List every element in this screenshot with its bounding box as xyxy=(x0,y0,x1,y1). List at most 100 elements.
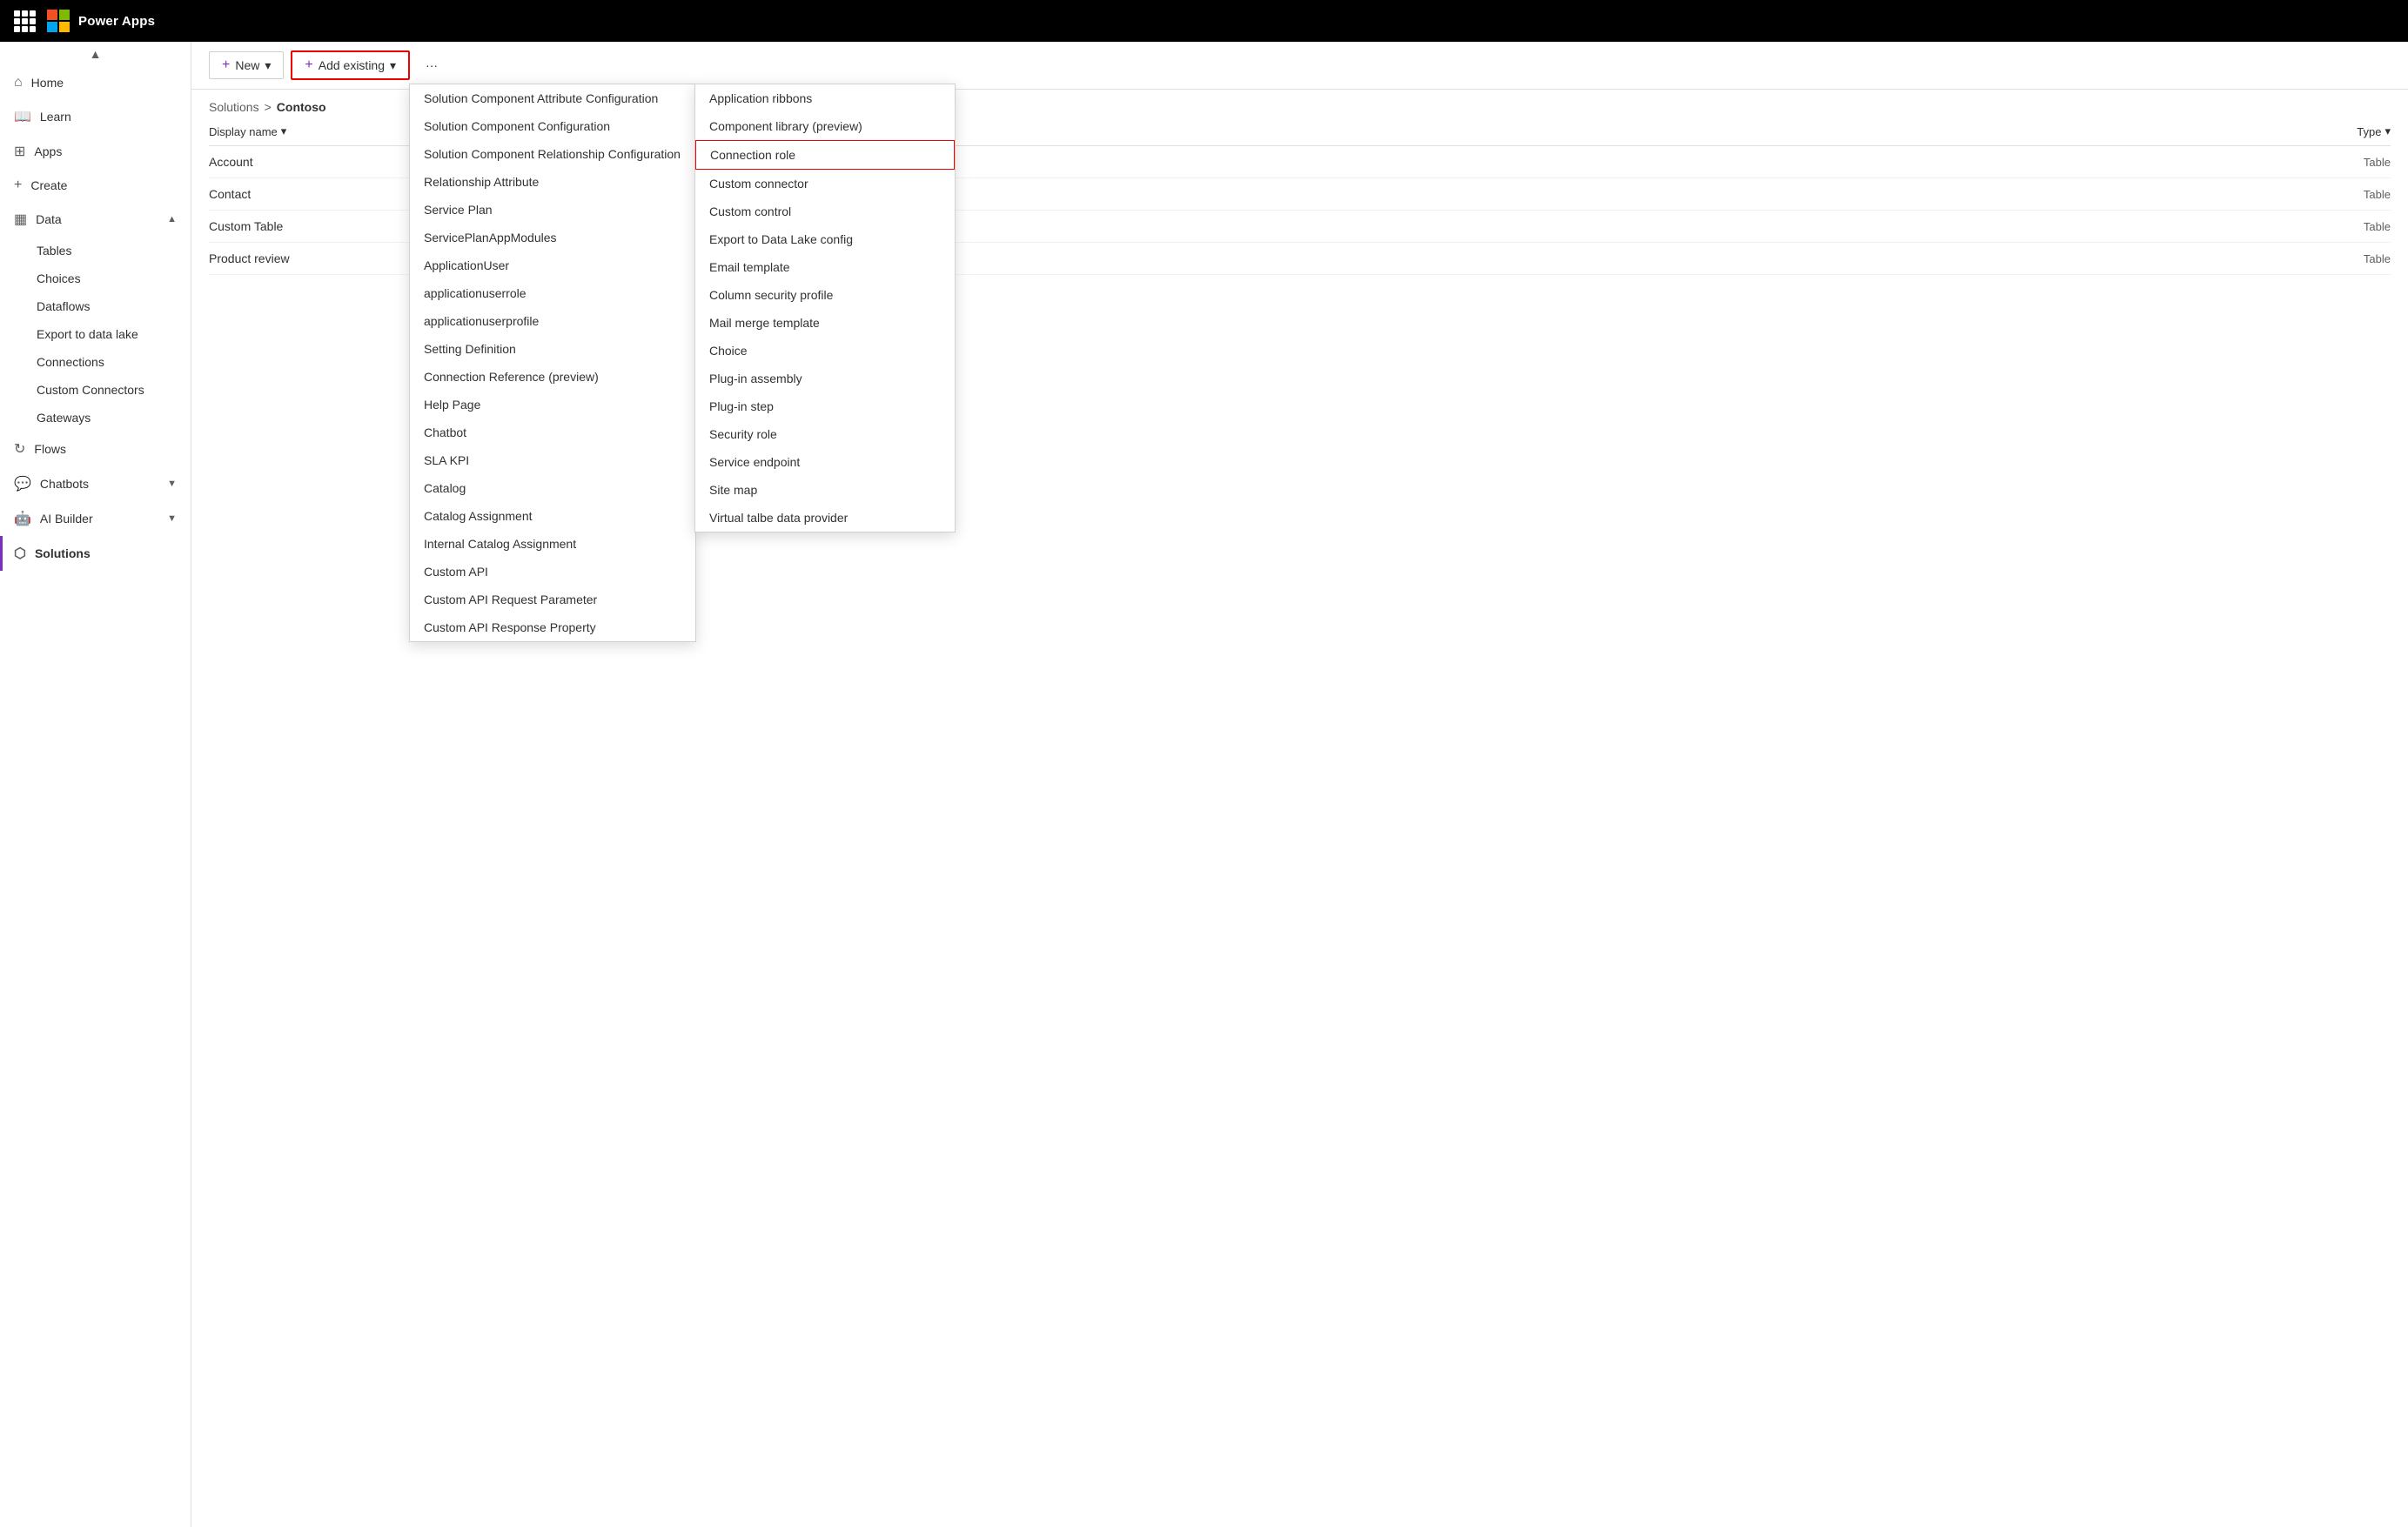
sidebar-item-dataflows[interactable]: Dataflows xyxy=(0,292,191,320)
col-type-label: Type xyxy=(2357,125,2381,138)
dropdown-item-catalog[interactable]: Catalog xyxy=(410,474,695,502)
sidebar-item-data[interactable]: ▦ Data ▲ xyxy=(0,202,191,237)
toolbar: + New ▾ + Add existing ▾ ··· xyxy=(191,42,2408,90)
breadcrumb-solutions-link[interactable]: Solutions xyxy=(209,100,259,114)
chatbots-icon: 💬 xyxy=(14,475,31,492)
dropdown-item-custom-control[interactable]: Custom control xyxy=(695,198,955,225)
dropdown-item-help-page[interactable]: Help Page xyxy=(410,391,695,419)
dropdown-item-export-to-data-lake-config[interactable]: Export to Data Lake config xyxy=(695,225,955,253)
topbar: Power Apps xyxy=(0,0,2408,42)
waffle-menu[interactable] xyxy=(10,7,38,35)
dropdown-item-custom-connector[interactable]: Custom connector xyxy=(695,170,955,198)
new-button-label: New xyxy=(235,58,259,72)
sidebar-item-tables[interactable]: Tables xyxy=(0,237,191,265)
add-existing-plus-icon: + xyxy=(305,57,312,73)
dropdown-item-plugin-step[interactable]: Plug-in step xyxy=(695,392,955,420)
data-chevron-icon: ▲ xyxy=(167,214,177,224)
dropdown-item-plugin-assembly[interactable]: Plug-in assembly xyxy=(695,365,955,392)
home-icon: ⌂ xyxy=(14,75,23,90)
dropdown-item-solution-component-rel-config[interactable]: Solution Component Relationship Configur… xyxy=(410,140,695,168)
dropdown-item-applicationuserprofile[interactable]: applicationuserprofile xyxy=(410,307,695,335)
dropdown-item-choice[interactable]: Choice xyxy=(695,337,955,365)
type-sort-icon: ▾ xyxy=(2385,124,2391,138)
breadcrumb-current: Contoso xyxy=(277,100,326,114)
new-chevron-icon: ▾ xyxy=(265,58,271,73)
sidebar-label-ai-builder: AI Builder xyxy=(40,512,158,526)
dropdown-item-custom-api-response-property[interactable]: Custom API Response Property xyxy=(410,613,695,641)
dropdown-item-custom-api-request-parameter[interactable]: Custom API Request Parameter xyxy=(410,586,695,613)
add-existing-label: Add existing xyxy=(319,58,385,72)
sort-icon: ▾ xyxy=(281,124,287,138)
dropdown-item-application-ribbons[interactable]: Application ribbons xyxy=(695,84,955,112)
create-icon: + xyxy=(14,177,22,193)
dropdown-item-applicationuserrole[interactable]: applicationuserrole xyxy=(410,279,695,307)
dropdown-item-connection-reference[interactable]: Connection Reference (preview) xyxy=(410,363,695,391)
dropdown-item-solution-component-config[interactable]: Solution Component Configuration xyxy=(410,112,695,140)
ai-builder-icon: 🤖 xyxy=(14,510,31,527)
sidebar-item-flows[interactable]: ↻ Flows xyxy=(0,432,191,466)
dropdown-item-custom-api[interactable]: Custom API xyxy=(410,558,695,586)
sidebar-label-data: Data xyxy=(36,212,158,226)
sidebar-scroll-up[interactable]: ▲ xyxy=(0,42,191,66)
dropdown-item-component-library[interactable]: Component library (preview) xyxy=(695,112,955,140)
dropdown-item-relationship-attribute[interactable]: Relationship Attribute xyxy=(410,168,695,196)
add-existing-button[interactable]: + Add existing ▾ xyxy=(291,50,410,80)
sidebar-item-gateways[interactable]: Gateways xyxy=(0,404,191,432)
app-name: Power Apps xyxy=(78,14,155,29)
sidebar-item-custom-connectors[interactable]: Custom Connectors xyxy=(0,376,191,404)
row-type-account: Table xyxy=(2304,156,2391,169)
solutions-icon: ⬡ xyxy=(14,545,26,562)
sidebar-label-apps: Apps xyxy=(34,144,177,158)
dropdown-item-site-map[interactable]: Site map xyxy=(695,476,955,504)
chatbots-chevron-icon: ▼ xyxy=(167,479,177,489)
new-button[interactable]: + New ▾ xyxy=(209,51,284,79)
sidebar-item-connections[interactable]: Connections xyxy=(0,348,191,376)
col-type-header[interactable]: Type ▾ xyxy=(2304,124,2391,138)
col-display-name-label: Display name xyxy=(209,125,278,138)
sidebar-item-home[interactable]: ⌂ Home xyxy=(0,66,191,99)
dropdown-item-sla-kpi[interactable]: SLA KPI xyxy=(410,446,695,474)
sidebar-item-chatbots[interactable]: 💬 Chatbots ▼ xyxy=(0,466,191,501)
sidebar-label-flows: Flows xyxy=(34,442,177,456)
new-plus-icon: + xyxy=(222,57,230,73)
add-existing-dropdown-right: Application ribbons Component library (p… xyxy=(694,84,956,532)
dropdown-item-security-role[interactable]: Security role xyxy=(695,420,955,448)
more-button[interactable]: ··· xyxy=(417,53,446,77)
dropdown-item-mail-merge-template[interactable]: Mail merge template xyxy=(695,309,955,337)
dropdown-item-catalog-assignment[interactable]: Catalog Assignment xyxy=(410,502,695,530)
sidebar-item-choices[interactable]: Choices xyxy=(0,265,191,292)
dropdown-item-service-endpoint[interactable]: Service endpoint xyxy=(695,448,955,476)
dropdown-item-service-plan-app-modules[interactable]: ServicePlanAppModules xyxy=(410,224,695,251)
sidebar-item-export-to-data-lake[interactable]: Export to data lake xyxy=(0,320,191,348)
breadcrumb-separator: > xyxy=(265,100,272,114)
sidebar-label-home: Home xyxy=(31,76,177,90)
sidebar-item-apps[interactable]: ⊞ Apps xyxy=(0,134,191,169)
content-area: + New ▾ + Add existing ▾ ··· Solutions >… xyxy=(191,42,2408,1527)
dropdown-item-column-security-profile[interactable]: Column security profile xyxy=(695,281,955,309)
ai-builder-chevron-icon: ▼ xyxy=(167,513,177,524)
sidebar-label-chatbots: Chatbots xyxy=(40,477,158,491)
dropdown-item-connection-role[interactable]: Connection role xyxy=(695,140,955,170)
dropdown-item-internal-catalog-assignment[interactable]: Internal Catalog Assignment xyxy=(410,530,695,558)
sidebar-item-learn[interactable]: 📖 Learn xyxy=(0,99,191,134)
dropdown-item-service-plan[interactable]: Service Plan xyxy=(410,196,695,224)
sidebar-item-create[interactable]: + Create xyxy=(0,169,191,202)
dropdown-item-setting-definition[interactable]: Setting Definition xyxy=(410,335,695,363)
sidebar-item-solutions[interactable]: ⬡ Solutions xyxy=(0,536,191,571)
row-type-custom-table: Table xyxy=(2304,220,2391,233)
dropdown-item-virtual-table-data-provider[interactable]: Virtual talbe data provider xyxy=(695,504,955,532)
add-existing-chevron-icon: ▾ xyxy=(390,58,396,73)
add-existing-dropdown-left: Solution Component Attribute Configurati… xyxy=(409,84,696,642)
dropdown-item-chatbot[interactable]: Chatbot xyxy=(410,419,695,446)
sidebar: ▲ ⌂ Home 📖 Learn ⊞ Apps + Create ▦ Data … xyxy=(0,42,191,1527)
dropdown-item-email-template[interactable]: Email template xyxy=(695,253,955,281)
flows-icon: ↻ xyxy=(14,440,25,458)
main-layout: ▲ ⌂ Home 📖 Learn ⊞ Apps + Create ▦ Data … xyxy=(0,42,2408,1527)
sidebar-item-ai-builder[interactable]: 🤖 AI Builder ▼ xyxy=(0,501,191,536)
data-icon: ▦ xyxy=(14,211,27,228)
dropdown-item-application-user[interactable]: ApplicationUser xyxy=(410,251,695,279)
sidebar-label-learn: Learn xyxy=(40,110,177,124)
dropdown-item-solution-component-attr-config[interactable]: Solution Component Attribute Configurati… xyxy=(410,84,695,112)
learn-icon: 📖 xyxy=(14,108,31,125)
row-type-contact: Table xyxy=(2304,188,2391,201)
